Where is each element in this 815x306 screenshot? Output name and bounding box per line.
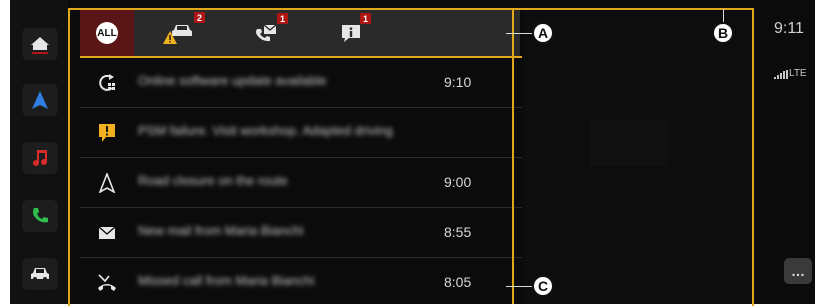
phone-handset-icon: [33, 208, 48, 223]
callout-a-line: [506, 33, 532, 34]
network-status: LTE: [774, 68, 807, 79]
callout-c: C: [532, 275, 554, 297]
callout-a: A: [532, 22, 554, 44]
home-button[interactable]: [22, 28, 58, 60]
car-icon: [31, 268, 49, 281]
app-dock: [10, 0, 68, 304]
more-options-button[interactable]: …: [784, 258, 812, 284]
callout-c-line: [506, 286, 532, 287]
music-app-button[interactable]: [22, 142, 58, 174]
callout-b: B: [712, 22, 734, 44]
frame-divider: [512, 8, 514, 304]
navigation-arrow-icon: [32, 91, 48, 109]
signal-strength-icon: [774, 70, 788, 79]
network-type: LTE: [789, 68, 807, 79]
phone-app-button[interactable]: [22, 200, 58, 232]
highlight-frame: [68, 8, 754, 306]
navigation-app-button[interactable]: [22, 84, 58, 116]
music-note-icon: [33, 150, 47, 166]
car-app-button[interactable]: [22, 258, 58, 290]
status-clock: 9:11: [774, 20, 804, 37]
home-icon: [31, 37, 49, 54]
callout-b-line: [723, 9, 724, 23]
